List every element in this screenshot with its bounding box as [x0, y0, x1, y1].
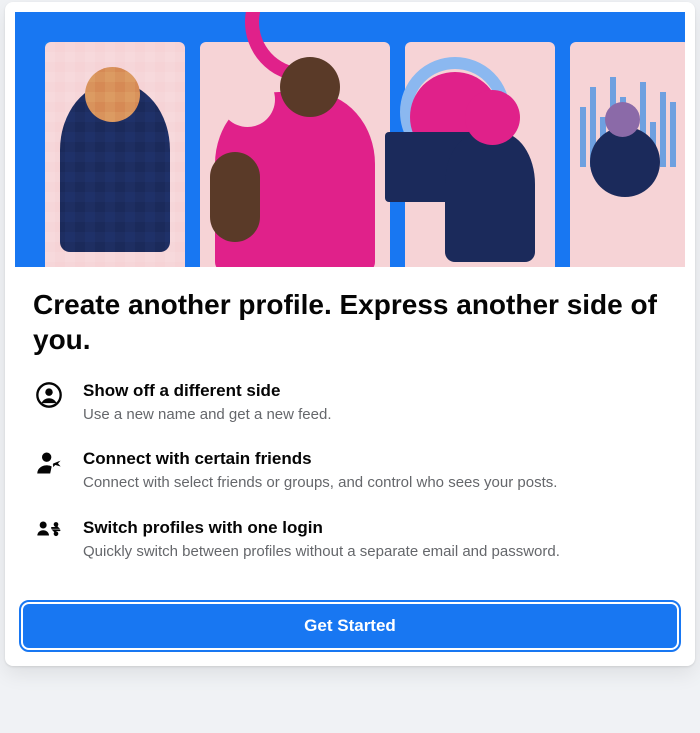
- feature-item: Switch profiles with one login Quickly s…: [33, 516, 667, 562]
- create-profile-modal: Create another profile. Express another …: [5, 2, 695, 666]
- feature-title: Show off a different side: [83, 381, 667, 401]
- feature-title: Connect with certain friends: [83, 449, 667, 469]
- cta-container: Get Started: [5, 594, 695, 666]
- feature-desc: Connect with select friends or groups, a…: [83, 473, 667, 493]
- person-share-icon: [33, 447, 65, 479]
- switch-people-icon: [33, 516, 65, 548]
- feature-body: Show off a different side Use a new name…: [83, 379, 667, 425]
- feature-title: Switch profiles with one login: [83, 518, 667, 538]
- modal-title: Create another profile. Express another …: [33, 287, 667, 357]
- hero-illustration: [15, 12, 685, 267]
- feature-desc: Use a new name and get a new feed.: [83, 405, 667, 425]
- profile-circle-icon: [33, 379, 65, 411]
- feature-item: Connect with certain friends Connect wit…: [33, 447, 667, 493]
- feature-item: Show off a different side Use a new name…: [33, 379, 667, 425]
- feature-body: Switch profiles with one login Quickly s…: [83, 516, 667, 562]
- feature-desc: Quickly switch between profiles without …: [83, 542, 667, 562]
- get-started-button[interactable]: Get Started: [23, 604, 677, 648]
- modal-content: Create another profile. Express another …: [5, 267, 695, 594]
- feature-body: Connect with certain friends Connect wit…: [83, 447, 667, 493]
